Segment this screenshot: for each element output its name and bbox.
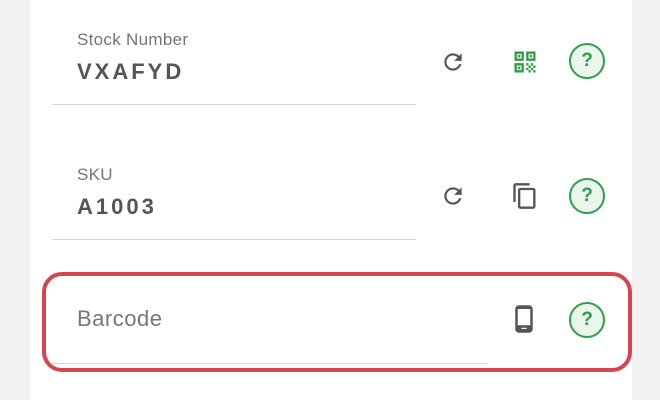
help-icon: ? [581,50,593,71]
barcode-underline [52,363,488,364]
sku-copy-button[interactable] [503,174,547,218]
sku-label: SKU [77,165,113,184]
mobile-phone-icon [515,305,533,333]
copy-icon [513,183,536,209]
barcode-help-button[interactable]: ? [569,302,605,338]
help-icon: ? [581,185,593,206]
help-icon: ? [581,309,593,330]
stock-number-refresh-button[interactable] [431,40,475,84]
stock-number-help-button[interactable]: ? [569,43,605,79]
stock-number-field[interactable]: Stock Number VXAFYD [52,20,416,106]
sku-value[interactable]: A1003 [77,194,157,220]
scan-barcode-button[interactable] [502,297,546,341]
refresh-icon [444,53,462,71]
stock-number-value[interactable]: VXAFYD [77,59,184,85]
qr-code-button[interactable] [503,40,547,84]
sku-refresh-button[interactable] [431,174,475,218]
barcode-field[interactable]: Barcode [52,290,492,366]
sku-help-button[interactable]: ? [569,178,605,214]
barcode-placeholder: Barcode [77,306,163,331]
stock-number-label: Stock Number [77,30,189,49]
refresh-icon [444,187,462,205]
stock-number-underline [52,104,416,105]
sku-underline [52,239,416,240]
sku-field[interactable]: SKU A1003 [52,155,416,241]
qr-code-icon [514,51,536,73]
